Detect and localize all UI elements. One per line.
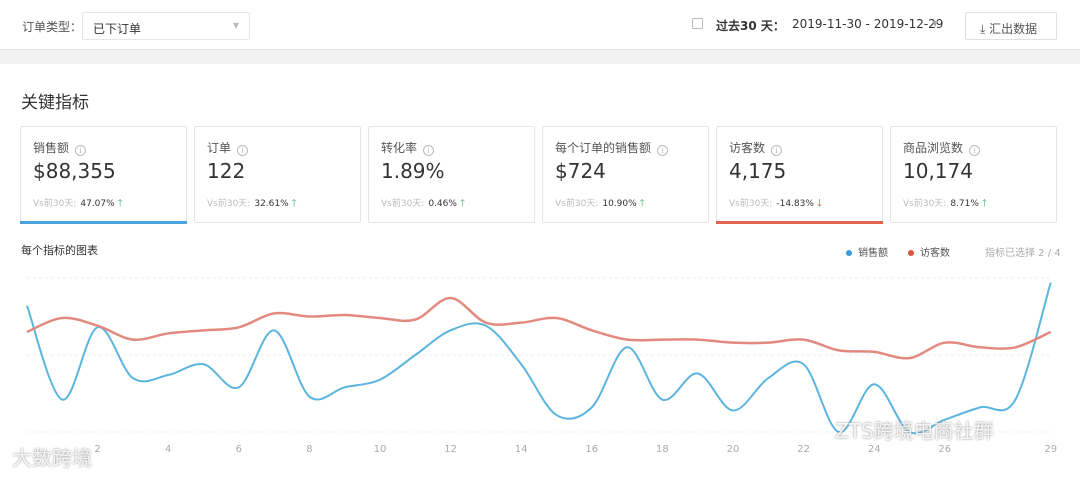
x-tick-label: 4 [165, 444, 171, 455]
calendar-icon [692, 18, 703, 29]
metric-card[interactable]: 访客数 i 4,175 Vs前30天: -14.83% 🡓 [716, 126, 883, 224]
x-tick-label: 26 [938, 444, 951, 455]
legend-dot [908, 250, 914, 256]
metrics-panel: 关键指标 销售额 i $88,355 Vs前30天: 47.07% 🡑 订单 i 12… [0, 64, 1080, 479]
info-icon[interactable]: i [969, 145, 981, 156]
metric-compare: Vs前30天: -14.83% 🡓 [729, 196, 822, 213]
metric-compare: Vs前30天: 0.46% 🡑 [381, 196, 465, 213]
x-tick-label: 24 [868, 444, 881, 455]
metric-name-text: 转化率 [381, 141, 418, 155]
metric-card[interactable]: 订单 i 122 Vs前30天: 32.61% 🡑 [194, 126, 361, 223]
order-type-select[interactable]: 已下订单 ▼ [82, 12, 250, 40]
line-chart: 2 4 6 8 10 12 14 16 18 20 22 24 26 29 [26, 277, 1057, 455]
metric-change: 47.07% [80, 199, 115, 209]
x-tick-label: 29 [1044, 444, 1057, 455]
metric-name: 订单 i [207, 139, 249, 156]
filter-bar: 订单类型： 已下订单 ▼ 过去30 天： 2019-11-30 - 2019-12… [0, 0, 1080, 50]
arrow-up-icon: 🡑 [117, 198, 123, 209]
legend-item-visitors[interactable]: 访客数 [908, 244, 950, 259]
metric-name-text: 每个订单的销售额 [555, 141, 652, 155]
legend-item-sales[interactable]: 销售额 [846, 244, 888, 259]
compare-label: Vs前30天: [33, 199, 77, 209]
x-tick-label: 10 [374, 444, 387, 455]
compare-label: Vs前30天: [555, 199, 599, 209]
x-tick-label: 12 [444, 444, 457, 455]
series-line-1 [26, 296, 1052, 360]
selected-indicator [20, 221, 187, 224]
chart-title: 每个指标的图表 [21, 244, 98, 257]
arrow-down-icon: 🡓 [816, 198, 822, 209]
metric-name-text: 商品浏览数 [903, 141, 964, 155]
x-tick-label: 14 [515, 444, 528, 455]
info-icon[interactable]: i [657, 145, 669, 156]
section-title: 关键指标 [21, 93, 89, 113]
metric-name: 访客数 i [729, 139, 783, 156]
metric-card[interactable]: 转化率 i 1.89% Vs前30天: 0.46% 🡑 [368, 126, 535, 223]
x-tick-label: 22 [797, 444, 810, 455]
info-icon[interactable]: i [423, 145, 435, 156]
x-tick-label: 18 [656, 444, 669, 455]
chevron-down-icon[interactable]: ▼ [932, 19, 938, 28]
order-type-label: 订单类型： [22, 20, 83, 34]
download-icon: ⤓ [980, 22, 990, 36]
legend-label: 访客数 [920, 248, 950, 259]
metric-name: 销售额 i [33, 139, 87, 156]
metric-change: -14.83% [776, 199, 814, 209]
compare-label: Vs前30天: [729, 199, 773, 209]
metric-value: $724 [555, 159, 606, 183]
metric-card[interactable]: 商品浏览数 i 10,174 Vs前30天: 8.71% 🡑 [890, 126, 1057, 223]
metric-name-text: 访客数 [729, 141, 766, 155]
watermark-logo: 大数跨境 [12, 446, 92, 470]
metric-name: 转化率 i [381, 139, 435, 156]
info-icon[interactable]: i [771, 145, 783, 156]
x-tick-label: 16 [585, 444, 598, 455]
metric-name: 每个订单的销售额 i [555, 139, 669, 156]
metric-name: 商品浏览数 i [903, 139, 981, 156]
page: 订单类型： 已下订单 ▼ 过去30 天： 2019-11-30 - 2019-12… [0, 0, 1080, 479]
metric-change: 10.90% [602, 199, 637, 209]
legend-label: 销售额 [858, 248, 888, 259]
selected-metrics-count: 指标已选择 2 / 4 [985, 248, 1061, 259]
metric-compare: Vs前30天: 47.07% 🡑 [33, 196, 123, 213]
watermark-text: ZTS跨境电商社群 [835, 419, 994, 443]
metric-value: 1.89% [381, 159, 445, 183]
date-range-label: 过去30 天： [716, 19, 785, 33]
metric-value: 10,174 [903, 159, 973, 183]
metric-compare: Vs前30天: 32.61% 🡑 [207, 196, 297, 213]
metric-change: 0.46% [428, 199, 457, 209]
arrow-up-icon: 🡑 [291, 198, 297, 209]
metric-compare: Vs前30天: 10.90% 🡑 [555, 196, 645, 213]
info-icon[interactable]: i [75, 145, 87, 156]
chevron-down-icon: ▼ [232, 21, 239, 30]
date-range-picker[interactable]: 2019-11-30 - 2019-12-29 [792, 17, 943, 31]
compare-label: Vs前30天: [381, 199, 425, 209]
metric-change: 8.71% [950, 199, 979, 209]
metric-value: 122 [207, 159, 246, 183]
compare-label: Vs前30天: [903, 199, 947, 209]
metric-compare: Vs前30天: 8.71% 🡑 [903, 196, 987, 213]
metric-value: $88,355 [33, 159, 116, 183]
metric-name-text: 订单 [207, 141, 232, 155]
metric-card[interactable]: 每个订单的销售额 i $724 Vs前30天: 10.90% 🡑 [542, 126, 709, 223]
arrow-up-icon: 🡑 [639, 198, 645, 209]
export-button[interactable]: ⤓ 汇出数据 [965, 12, 1057, 40]
metric-name-text: 销售额 [33, 141, 70, 155]
compare-label: Vs前30天: [207, 199, 251, 209]
metric-value: 4,175 [729, 159, 787, 183]
metric-card[interactable]: 销售额 i $88,355 Vs前30天: 47.07% 🡑 [20, 126, 187, 224]
arrow-up-icon: 🡑 [981, 198, 988, 209]
x-tick-label: 6 [236, 444, 242, 455]
x-tick-label: 2 [94, 444, 100, 455]
arrow-up-icon: 🡑 [459, 198, 466, 209]
x-tick-label: 20 [727, 444, 740, 455]
order-type-value: 已下订单 [93, 22, 142, 36]
info-icon[interactable]: i [237, 145, 249, 156]
metric-change: 32.61% [254, 199, 289, 209]
legend-dot [846, 250, 852, 256]
export-label: 汇出数据 [989, 22, 1038, 36]
x-tick-label: 8 [306, 444, 312, 455]
selected-indicator [716, 221, 883, 224]
